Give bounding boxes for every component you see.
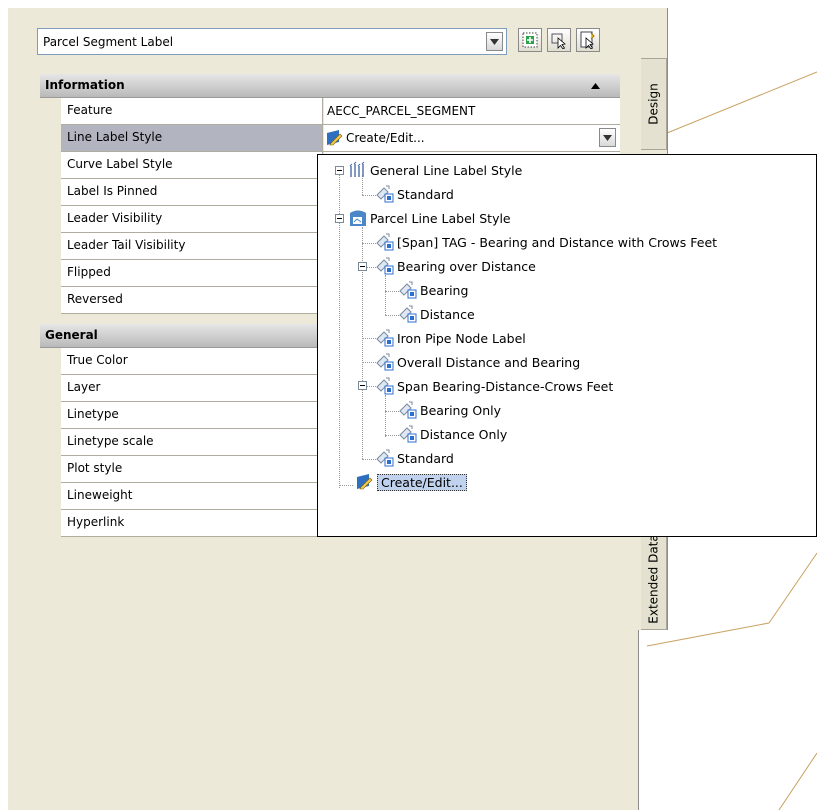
tab-extended-data[interactable]: Extended Data [641, 528, 667, 630]
create-edit-icon [357, 474, 373, 490]
tab-extended-label: Extended Data [646, 534, 661, 624]
tree-line [362, 243, 376, 244]
label-style-icon [399, 281, 417, 299]
property-label: Leader Visibility [61, 206, 323, 232]
collapse-toggle-icon[interactable] [335, 214, 344, 223]
category-information-label: Information [45, 78, 125, 92]
property-value: AECC_PARCEL_SEGMENT [324, 98, 620, 124]
label-style-icon [376, 185, 394, 203]
tree-item-label: Parcel Line Label Style [370, 210, 511, 226]
tree-item-label: Bearing over Distance [397, 258, 536, 274]
label-style-icon [376, 449, 394, 467]
tree-item-label: Distance [420, 306, 475, 322]
collapse-toggle-icon[interactable] [358, 262, 367, 271]
object-type-selector[interactable]: Parcel Segment Label [37, 28, 507, 55]
label-style-icon [376, 329, 394, 347]
property-label: Lineweight [61, 483, 323, 509]
property-label: Linetype scale [61, 429, 323, 455]
tree-item-distance[interactable]: Distance [399, 304, 475, 324]
property-label: Linetype [61, 402, 323, 428]
property-label: True Color [61, 348, 323, 374]
property-label: Curve Label Style [61, 152, 323, 178]
quick-select-button[interactable] [576, 28, 600, 52]
category-information[interactable]: Information [40, 74, 620, 98]
parcel-style-icon [350, 210, 366, 226]
tree-line [385, 411, 399, 412]
tree-item-label: Standard [397, 450, 454, 466]
tree-item-label: Standard [397, 186, 454, 202]
collapse-arrow-icon[interactable] [591, 83, 600, 89]
property-label: Leader Tail Visibility [61, 233, 323, 259]
grid-gutter [40, 98, 61, 540]
label-style-icon [376, 233, 394, 251]
tree-line [385, 395, 386, 437]
chevron-down-icon[interactable] [486, 32, 503, 51]
create-edit-icon [327, 130, 343, 146]
tree-line [385, 291, 399, 292]
tree-item-bearing[interactable]: Bearing [399, 280, 468, 300]
tree-item-span-bearing-distance-crows-feet[interactable]: Span Bearing-Distance-Crows Feet [376, 376, 613, 396]
tree-line [362, 195, 376, 196]
tree-line [339, 485, 353, 486]
tree-line [362, 338, 376, 339]
property-label: Hyperlink [61, 510, 323, 536]
tree-item-standard-parcel[interactable]: Standard [376, 448, 454, 468]
property-label: Plot style [61, 456, 323, 482]
tree-item-create-edit[interactable]: Create/Edit... [356, 472, 467, 492]
tree-item-label: Span Bearing-Distance-Crows Feet [397, 378, 614, 394]
tree-line [385, 315, 399, 316]
label-style-icon [399, 425, 417, 443]
label-style-icon [399, 401, 417, 419]
property-label: Line Label Style [61, 125, 323, 151]
selector-value: Parcel Segment Label [43, 35, 174, 49]
property-label: Flipped [61, 260, 323, 286]
line-label-style-combo[interactable]: Create/Edit... [324, 125, 620, 151]
tab-design-label: Design [646, 83, 661, 125]
collapse-toggle-icon[interactable] [335, 166, 344, 175]
label-style-icon [376, 377, 394, 395]
tree-item-bearing-only[interactable]: Bearing Only [399, 400, 501, 420]
label-style-icon [376, 353, 394, 371]
tree-item-label: General Line Label Style [370, 162, 523, 178]
add-selection-icon [522, 32, 538, 48]
tree-item-span-tag[interactable]: [Span] TAG - Bearing and Distance with C… [376, 232, 717, 252]
property-label: Label Is Pinned [61, 179, 323, 205]
add-selection-button[interactable] [518, 28, 542, 52]
select-objects-icon [551, 33, 566, 49]
category-general-label: General [45, 328, 98, 342]
tree-item-label: Distance Only [420, 426, 508, 442]
tree-item-parcel-line-label-style[interactable]: Parcel Line Label Style [349, 208, 511, 228]
tree-item-iron-pipe-node-label[interactable]: Iron Pipe Node Label [376, 328, 526, 348]
property-label: Reversed [61, 287, 323, 313]
collapse-toggle-icon[interactable] [358, 381, 367, 390]
tree-item-label: Bearing Only [420, 402, 501, 418]
line-label-style-value: Create/Edit... [346, 131, 425, 145]
label-style-icon [399, 305, 417, 323]
tree-item-overall-distance-and-bearing[interactable]: Overall Distance and Bearing [376, 352, 580, 372]
tree-item-label: Create/Edit... [377, 473, 467, 491]
property-row[interactable]: Feature AECC_PARCEL_SEGMENT [61, 98, 620, 125]
tree-item-general-line-label-style[interactable]: General Line Label Style [349, 160, 522, 180]
tree-line [362, 362, 376, 363]
tab-design[interactable]: Design [641, 58, 667, 150]
line-label-style-dropdown[interactable]: General Line Label Style Standard Parcel… [317, 154, 817, 537]
tree-line [362, 459, 376, 460]
tree-item-distance-only[interactable]: Distance Only [399, 424, 507, 444]
tree-item-label: Bearing [420, 282, 469, 298]
tree-item-label: Iron Pipe Node Label [397, 330, 526, 346]
tree-item-standard[interactable]: Standard [376, 184, 454, 204]
quick-select-icon [580, 31, 595, 49]
label-style-icon [376, 257, 394, 275]
style-group-icon [349, 161, 365, 177]
property-row-line-label-style[interactable]: Line Label Style Create/Edit... [61, 125, 620, 152]
tree-item-label: Overall Distance and Bearing [397, 354, 581, 370]
property-label: Layer [61, 375, 323, 401]
chevron-down-icon[interactable] [599, 128, 616, 147]
property-label: Feature [61, 98, 323, 124]
tree-item-bearing-over-distance[interactable]: Bearing over Distance [376, 256, 536, 276]
tree-line [385, 275, 386, 315]
tree-item-label: [Span] TAG - Bearing and Distance with C… [397, 234, 718, 250]
select-objects-button[interactable] [547, 28, 571, 52]
tree-line [385, 435, 399, 436]
